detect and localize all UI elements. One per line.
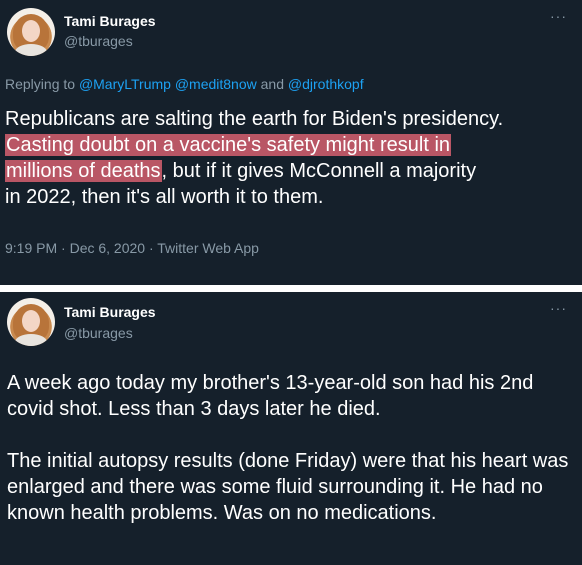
avatar-face (22, 20, 40, 42)
replying-to-label: Replying to (5, 76, 76, 92)
tweet-paragraph: The initial autopsy results (done Friday… (7, 450, 569, 524)
tweet[interactable]: Tami Burages @tburages ··· A week ago to… (0, 292, 582, 565)
tweet-text-line: Republicans are salting the earth for Bi… (5, 108, 504, 130)
tweet-paragraph: A week ago today my brother's 13-year-ol… (7, 372, 534, 420)
tweet-text-line: in 2022, then it's all worth it to them. (5, 186, 324, 208)
tweet-text: Republicans are salting the earth for Bi… (5, 106, 581, 210)
highlighted-text: Casting doubt on a vaccine's safety migh… (5, 134, 452, 156)
author-avatar[interactable] (7, 298, 55, 346)
reply-mention-link[interactable]: @medit8now (175, 76, 257, 92)
author-handle[interactable]: @tburages (64, 33, 133, 49)
reply-mention-link[interactable]: @djrothkopf (288, 76, 364, 92)
tweet-text-segment: , but if it gives McConnell a majority (161, 160, 477, 182)
tweet-text-line: Casting doubt on a vaccine's safety migh… (5, 132, 581, 158)
author-handle[interactable]: @tburages (64, 325, 133, 341)
tweet-timestamp[interactable]: 9:19 PM · Dec 6, 2020 · Twitter Web App (5, 240, 259, 256)
tweet-text: A week ago today my brother's 13-year-ol… (7, 370, 579, 526)
more-options-icon[interactable]: ··· (550, 8, 567, 24)
avatar-face (22, 310, 40, 332)
more-options-icon[interactable]: ··· (550, 300, 567, 316)
replying-to-line: Replying to @MaryLTrump @medit8now and @… (5, 76, 364, 92)
author-avatar[interactable] (7, 8, 55, 56)
replying-and-label: and (260, 76, 284, 92)
reply-mention-link[interactable]: @MaryLTrump (79, 76, 171, 92)
avatar-shirt (15, 44, 47, 56)
highlighted-text: millions of deaths (5, 160, 162, 182)
screenshot-divider (0, 285, 582, 292)
author-name[interactable]: Tami Burages (64, 304, 156, 320)
avatar-shirt (15, 334, 47, 346)
tweet-reply[interactable]: Tami Burages @tburages ··· Replying to @… (0, 0, 582, 285)
author-name[interactable]: Tami Burages (64, 13, 156, 29)
tweet-text-line: millions of deaths, but if it gives McCo… (5, 158, 581, 184)
